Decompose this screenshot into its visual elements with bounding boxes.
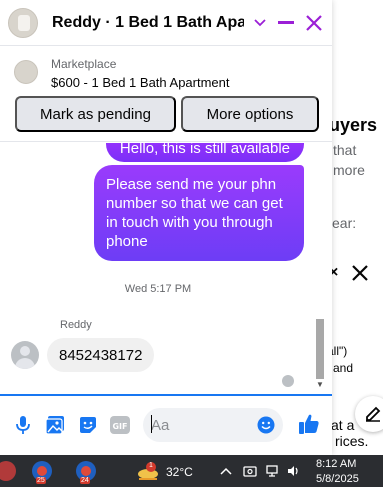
compose-button[interactable] xyxy=(355,396,383,432)
message-timestamp: Wed 5:17 PM xyxy=(124,283,192,295)
edit-icon xyxy=(366,406,381,422)
notification-badge: 25 xyxy=(36,477,46,484)
close-icon[interactable] xyxy=(351,262,369,288)
scrollbar-thumb[interactable] xyxy=(316,319,324,379)
taskbar: 25 24 1 32°C 8:12 AM 5/8/2025 xyxy=(0,455,383,487)
incoming-message[interactable]: 8452438172 xyxy=(47,338,155,372)
seen-indicator-avatar xyxy=(282,375,294,387)
outgoing-message[interactable]: Please send me your phn number so that w… xyxy=(94,165,304,261)
gif-label: GIF xyxy=(112,422,127,431)
chat-window: Reddy · 1 Bed 1 Bath Apart... Marketplac… xyxy=(0,0,332,455)
background-text: more xyxy=(333,162,365,178)
background-text: rices. xyxy=(335,433,369,449)
chevron-up-icon[interactable] xyxy=(218,463,234,479)
gif-icon[interactable]: GIF xyxy=(109,415,131,435)
message-thread: Hello, this is still available Please se… xyxy=(0,143,332,393)
scrollbar[interactable]: ▼ xyxy=(314,143,326,393)
background-text: and xyxy=(333,361,354,375)
background-heading: uyers xyxy=(329,115,378,135)
listing-title[interactable]: $600 - 1 Bed 1 Bath Apartment xyxy=(51,75,230,90)
minimize-icon[interactable] xyxy=(275,12,297,34)
microphone-icon[interactable] xyxy=(13,415,33,435)
notification-badge: 24 xyxy=(80,477,90,484)
camera-icon[interactable] xyxy=(242,463,258,479)
listing-source: Marketplace xyxy=(51,57,117,71)
close-icon[interactable] xyxy=(303,12,325,34)
volume-icon[interactable] xyxy=(285,463,301,479)
clock-date[interactable]: 5/8/2025 xyxy=(316,473,359,485)
thumbs-up-icon[interactable] xyxy=(297,412,321,436)
chat-title[interactable]: Reddy · 1 Bed 1 Bath Apart... xyxy=(52,14,244,32)
more-options-button[interactable]: More options xyxy=(181,96,319,132)
listing-avatar[interactable] xyxy=(8,7,38,38)
weather-temperature[interactable]: 32°C xyxy=(166,465,193,479)
scroll-down-arrow[interactable]: ▼ xyxy=(316,380,324,389)
emoji-icon[interactable] xyxy=(256,415,276,435)
text-caret xyxy=(151,415,152,433)
chevron-down-icon[interactable] xyxy=(249,12,271,34)
background-text: that xyxy=(333,142,357,158)
clock-time[interactable]: 8:12 AM xyxy=(316,458,356,470)
weather-alert-badge: 1 xyxy=(146,462,156,472)
photo-icon[interactable] xyxy=(45,415,65,435)
sender-avatar[interactable] xyxy=(11,341,39,369)
background-text: at a xyxy=(331,417,355,433)
app-icon[interactable] xyxy=(0,459,18,483)
outgoing-message[interactable]: Hello, this is still available xyxy=(105,143,304,162)
background-text: ear: xyxy=(332,215,357,231)
mark-as-pending-button[interactable]: Mark as pending xyxy=(15,96,176,132)
message-composer: GIF xyxy=(0,396,332,455)
sticker-icon[interactable] xyxy=(78,415,98,435)
chat-header: Reddy · 1 Bed 1 Bath Apart... xyxy=(0,0,332,46)
sender-name: Reddy xyxy=(60,319,92,331)
listing-card: Marketplace $600 - 1 Bed 1 Bath Apartmen… xyxy=(0,47,332,142)
listing-thumbnail[interactable] xyxy=(14,60,38,84)
network-icon[interactable] xyxy=(264,463,280,479)
